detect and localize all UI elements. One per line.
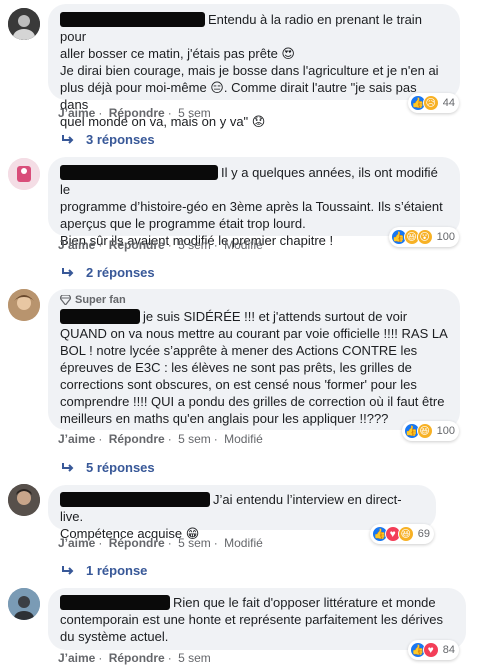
- view-replies-link[interactable]: 1 réponse: [62, 563, 147, 578]
- haha-icon: 😆: [416, 423, 433, 439]
- comment-text-line: épreuves de E3C : les élèves ne sont pas…: [60, 360, 412, 375]
- avatar[interactable]: [8, 8, 40, 40]
- comment-text-line: du système actuel.: [60, 629, 169, 644]
- comment-text-line: Je dirai bien courage, mais je bosse dan…: [60, 63, 439, 78]
- haha-icon: 😆: [397, 526, 414, 542]
- timestamp[interactable]: 5 sem: [178, 106, 211, 120]
- redacted-author-name: [60, 309, 140, 324]
- redacted-author-name: [60, 492, 210, 507]
- sad-icon: 😥: [422, 95, 439, 111]
- timestamp[interactable]: 5 sem: [178, 238, 211, 252]
- reaction-count: 84: [442, 644, 455, 656]
- view-replies-link[interactable]: 3 réponses: [62, 132, 155, 147]
- comment-text-line: meilleurs en maths qu'en anglais pour le…: [60, 411, 389, 426]
- comment-text-line: aller bosser ce matin, j'étais pas prête…: [60, 46, 295, 61]
- comment-text-line: QUAND on va nous mettre au courant par v…: [60, 326, 448, 341]
- comment-bubble: Il y a quelques années, ils ont modifié …: [48, 157, 460, 248]
- reply-arrow-icon: [62, 134, 74, 144]
- like-link[interactable]: J’aime: [58, 238, 95, 252]
- like-link[interactable]: J’aime: [58, 106, 95, 120]
- reaction-summary[interactable]: 👍 ♥ 84: [407, 640, 459, 660]
- view-replies-link[interactable]: 2 réponses: [62, 265, 155, 280]
- reply-link[interactable]: Répondre: [109, 106, 165, 120]
- reply-arrow-icon: [62, 462, 74, 472]
- avatar[interactable]: [8, 158, 40, 190]
- like-link[interactable]: J’aime: [58, 651, 95, 665]
- comment-actions: J’aime · Répondre · 5 sem · Modifié: [58, 238, 263, 252]
- comment-text-line: contemporain est une honte et représente…: [60, 612, 444, 627]
- comment-actions: J’aime · Répondre · 5 sem · Modifié: [58, 432, 263, 446]
- reply-link[interactable]: Répondre: [109, 651, 165, 665]
- super-fan-badge: Super fan: [60, 293, 448, 307]
- replies-count: 3 réponses: [86, 132, 155, 147]
- view-replies-link[interactable]: 5 réponses: [62, 460, 155, 475]
- reply-link[interactable]: Répondre: [109, 536, 165, 550]
- reaction-count: 44: [442, 97, 455, 109]
- redacted-author-name: [60, 165, 218, 180]
- timestamp[interactable]: 5 sem: [178, 651, 211, 665]
- timestamp[interactable]: 5 sem: [178, 536, 211, 550]
- comment-actions: J’aime · Répondre · 5 sem: [58, 651, 211, 665]
- edited-label: Modifié: [224, 238, 263, 252]
- timestamp[interactable]: 5 sem: [178, 432, 211, 446]
- comment-text-line: programme d’histoire-géo en 3ème après l…: [60, 199, 443, 214]
- redacted-author-name: [60, 12, 205, 27]
- reaction-summary[interactable]: 👍 ♥ 😆 69: [369, 524, 434, 544]
- replies-count: 2 réponses: [86, 265, 155, 280]
- wow-icon: 😮: [416, 229, 433, 245]
- comment-bubble: Rien que le fait d'opposer littérature e…: [48, 588, 466, 650]
- comment-actions: J’aime · Répondre · 5 sem · Modifié: [58, 536, 263, 550]
- reaction-count: 100: [436, 231, 455, 243]
- reaction-summary[interactable]: 👍 😆 100: [401, 421, 459, 441]
- reaction-summary[interactable]: 👍 😥 44: [407, 93, 459, 113]
- reply-link[interactable]: Répondre: [109, 432, 165, 446]
- reaction-count: 69: [417, 528, 430, 540]
- like-link[interactable]: J’aime: [58, 536, 95, 550]
- comment-text-line: comprendre !!!! QUI a pondu des grilles …: [60, 394, 445, 409]
- comment-bubble: Super fan je suis SIDÉRÉE !!! et j'atten…: [48, 289, 460, 430]
- replies-count: 1 réponse: [86, 563, 148, 578]
- love-icon: ♥: [422, 642, 439, 658]
- redacted-author-name: [60, 595, 170, 610]
- diamond-icon: [60, 295, 71, 305]
- comment-text-line: aperçus que le programme était trop lour…: [60, 216, 306, 231]
- comment-text-line: je suis SIDÉRÉE !!! et j'attends surtout…: [143, 309, 408, 324]
- like-link[interactable]: J’aime: [58, 432, 95, 446]
- avatar[interactable]: [8, 289, 40, 321]
- avatar[interactable]: [8, 484, 40, 516]
- edited-label: Modifié: [224, 536, 263, 550]
- reply-link[interactable]: Répondre: [109, 238, 165, 252]
- reply-arrow-icon: [62, 565, 74, 575]
- reply-arrow-icon: [62, 267, 74, 277]
- reaction-count: 100: [436, 425, 455, 437]
- comment-actions: J’aime · Répondre · 5 sem: [58, 106, 211, 120]
- edited-label: Modifié: [224, 432, 263, 446]
- comment-text-line: corrections sont obscures, on est censé …: [60, 377, 417, 392]
- reaction-summary[interactable]: 👍 😆 😮 100: [388, 227, 459, 247]
- replies-count: 5 réponses: [86, 460, 155, 475]
- comment-text-line: Rien que le fait d'opposer littérature e…: [173, 595, 436, 610]
- comment-bubble: Entendu à la radio en prenant le train p…: [48, 4, 460, 129]
- avatar[interactable]: [8, 588, 40, 620]
- comment-text-line: BOL ! notre lycée s’apprête à mener des …: [60, 343, 418, 358]
